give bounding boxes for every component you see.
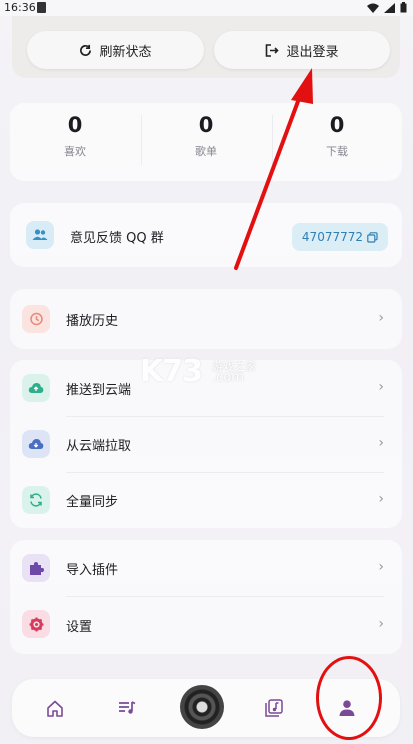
annotation-arrowhead (291, 68, 313, 104)
annotation-circle (316, 656, 382, 740)
annotation-arrow (234, 94, 302, 270)
annotation-layer (234, 68, 313, 270)
